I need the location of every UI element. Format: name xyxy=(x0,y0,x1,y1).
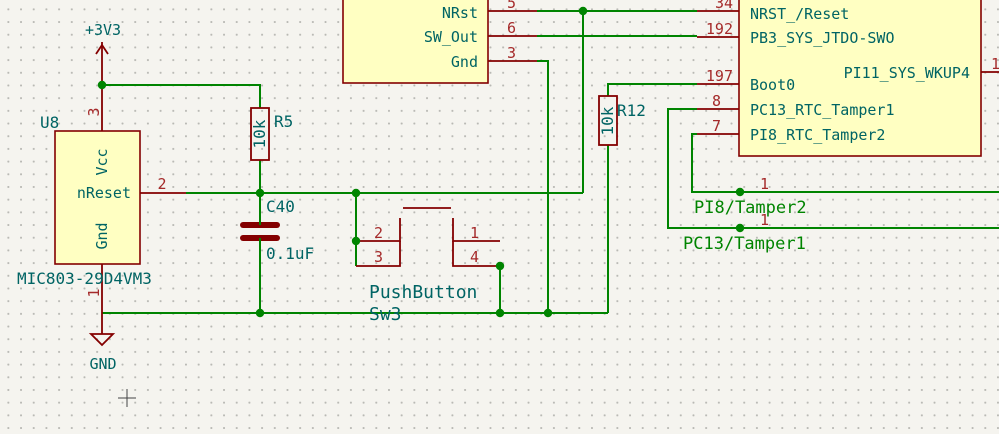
mcu-pin-name: Boot0 xyxy=(750,76,795,94)
sw3-reference: Sw3 xyxy=(369,304,402,325)
mcu-pin-number: 1 xyxy=(991,55,999,73)
power-3v3-label: +3V3 xyxy=(85,21,121,39)
c40-capacitor[interactable]: C40 0.1uF xyxy=(240,197,314,263)
r12-resistor[interactable]: 10k R12 xyxy=(598,95,646,146)
mcu-pin-name: NRST_/Reset xyxy=(750,5,849,23)
net-labels: PI8/Tamper2 PC13/Tamper1 1 1 xyxy=(683,175,807,254)
mcu-pin-name: PC13_RTC_Tamper1 xyxy=(750,101,895,119)
junction-dot xyxy=(578,6,588,16)
junction-dot xyxy=(255,188,265,198)
ground-symbol[interactable]: GND xyxy=(88,313,117,373)
mcu-pin-number: 197 xyxy=(706,67,733,85)
ground-label: GND xyxy=(89,355,116,373)
u8-pin-vcc-number: 3 xyxy=(85,107,103,116)
crosshair-cursor-icon xyxy=(118,389,136,407)
u8-symbol[interactable]: U8 MIC803-29D4VM3 Vcc nReset Gnd 3 2 1 xyxy=(17,85,186,313)
r12-value: 10k xyxy=(598,106,617,135)
sw3-pin-1: 1 xyxy=(470,224,479,242)
connector-pin-name: Gnd xyxy=(451,53,478,71)
junction-dot xyxy=(255,308,265,318)
junction-dot xyxy=(97,80,107,90)
mcu-pin-number: 192 xyxy=(706,20,733,38)
junction-dot xyxy=(735,223,745,233)
u8-pin-gnd-name: Gnd xyxy=(93,222,111,249)
net-label-tamper1[interactable]: PC13/Tamper1 xyxy=(683,234,806,254)
sw3-pin-4: 4 xyxy=(470,248,479,266)
sw3-pushbutton[interactable]: 2 3 1 4 PushButton Sw3 xyxy=(356,207,500,325)
u8-pin-reset-name: nReset xyxy=(77,184,131,202)
mcu-pin-number: 8 xyxy=(712,92,721,110)
sw3-pin-2: 2 xyxy=(374,224,383,242)
power-3v3-symbol[interactable]: +3V3 xyxy=(85,21,121,85)
debug-connector-symbol[interactable]: NRst SW_Out Gnd 5 6 3 xyxy=(342,0,537,84)
schematic-canvas: 34 192 197 8 7 NRST_/Reset PB3_SYS_JTDO-… xyxy=(17,0,999,407)
net-label-tamper2[interactable]: PI8/Tamper2 xyxy=(694,198,807,218)
connector-pin-number: 3 xyxy=(507,44,516,62)
sw3-pin-3: 3 xyxy=(374,248,383,266)
mcu-pin-number: 34 xyxy=(715,0,733,12)
u8-value: MIC803-29D4VM3 xyxy=(17,269,152,288)
mcu-pin-name: PI11_SYS_WKUP4 xyxy=(844,64,970,82)
mcu-pin-name: PB3_SYS_JTDO-SWO xyxy=(750,29,895,47)
junction-dot xyxy=(351,236,361,246)
c40-value: 0.1uF xyxy=(266,244,314,263)
net-pin-tamper2: 1 xyxy=(760,175,769,193)
connector-pin-name: NRst xyxy=(442,4,478,22)
u8-reference: U8 xyxy=(40,113,59,132)
u8-pin-gnd-number: 1 xyxy=(85,288,103,297)
r5-value: 10k xyxy=(250,119,269,148)
connector-pin-number: 6 xyxy=(507,19,516,37)
junction-dot xyxy=(495,261,505,271)
mcu-pin-name: PI8_RTC_Tamper2 xyxy=(750,126,885,144)
r5-resistor[interactable]: 10k R5 xyxy=(250,107,293,161)
net-pin-tamper1: 1 xyxy=(760,211,769,229)
connector-pin-name: SW_Out xyxy=(424,28,478,46)
junction-dot xyxy=(495,308,505,318)
c40-reference: C40 xyxy=(266,197,295,216)
junction-dot xyxy=(735,187,745,197)
u8-pin-reset-number: 2 xyxy=(157,175,166,193)
junction-dot xyxy=(543,308,553,318)
mcu-symbol[interactable]: 34 192 197 8 7 NRST_/Reset PB3_SYS_JTDO-… xyxy=(697,0,999,157)
mcu-pin-number: 7 xyxy=(712,117,721,135)
connector-pin-number: 5 xyxy=(507,0,516,12)
sw3-label: PushButton xyxy=(369,282,477,303)
r12-reference: R12 xyxy=(617,101,646,120)
r5-reference: R5 xyxy=(274,112,293,131)
junction-dot xyxy=(351,188,361,198)
u8-pin-vcc-name: Vcc xyxy=(93,148,111,175)
